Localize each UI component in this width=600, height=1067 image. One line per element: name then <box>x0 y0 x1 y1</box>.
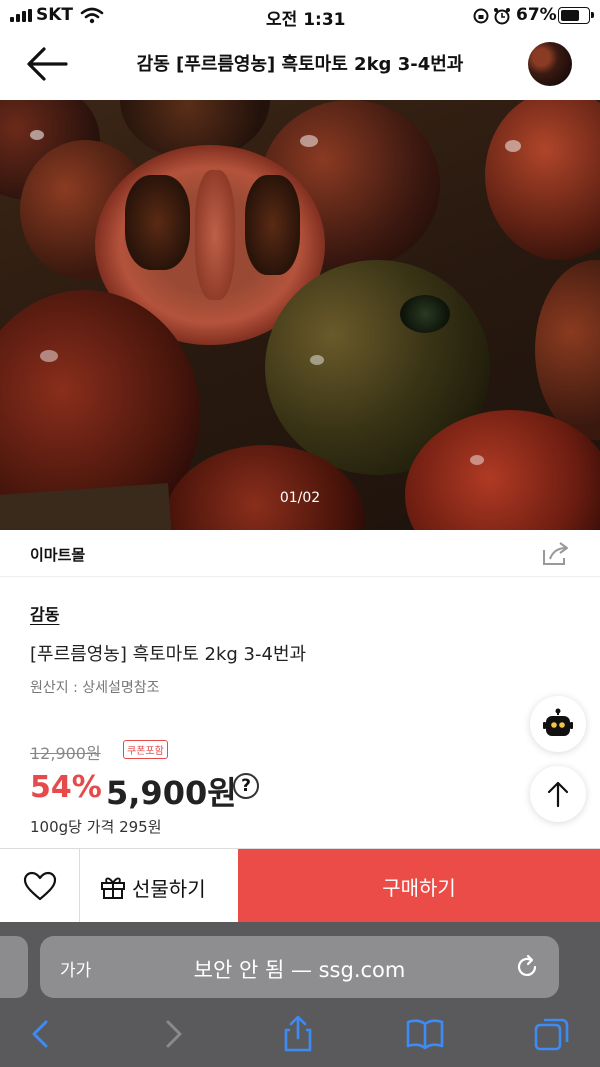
buy-button[interactable]: 구매하기 <box>238 849 600 923</box>
wishlist-button[interactable] <box>0 849 80 923</box>
store-name[interactable]: 이마트몰 <box>30 544 85 565</box>
share-upload-icon[interactable] <box>278 1014 318 1054</box>
original-price: 12,900원 <box>30 744 101 763</box>
page-title: 감동 [푸르름영농] 흑토마토 2kg 3-4번과 <box>136 54 464 75</box>
clock: 오전 1:31 <box>266 10 346 30</box>
url-text: 보안 안 됨 — ssg.com <box>193 958 406 982</box>
store-bar: 이마트몰 <box>0 530 600 577</box>
chatbot-icon <box>543 708 573 736</box>
previous-tab-preview[interactable] <box>0 936 28 998</box>
unit-price: 100g당 가격 295원 <box>30 818 162 836</box>
buy-label: 구매하기 <box>382 876 456 900</box>
arrow-up-icon <box>547 781 569 808</box>
gift-icon <box>101 877 125 899</box>
carrier-label: SKT <box>36 5 74 25</box>
price-help-icon[interactable]: ? <box>233 773 259 799</box>
app-header: 감동 [푸르름영농] 흑토마토 2kg 3-4번과 <box>0 30 600 100</box>
origin-text: 원산지 : 상세설명참조 <box>30 680 160 696</box>
product-image[interactable] <box>0 100 600 530</box>
address-bar[interactable]: 가가 보안 안 됨 — ssg.com <box>40 936 559 998</box>
product-name: [푸르름영농] 흑토마토 2kg 3-4번과 <box>30 644 307 665</box>
battery-percent: 67% <box>516 5 557 25</box>
purchase-bar: 선물하기 구매하기 <box>0 848 600 923</box>
reload-icon[interactable] <box>514 954 540 980</box>
rotation-lock-icon <box>473 8 489 24</box>
battery-icon <box>558 7 594 24</box>
back-arrow-icon[interactable] <box>22 44 70 84</box>
browser-chrome: 가가 보안 안 됨 — ssg.com <box>0 922 600 1067</box>
tabs-icon[interactable] <box>532 1014 572 1054</box>
chevron-left-icon[interactable] <box>22 1014 62 1054</box>
share-icon[interactable] <box>540 540 572 568</box>
status-bar: SKT 오전 1:31 67% <box>0 0 600 30</box>
heart-icon <box>23 871 57 901</box>
scroll-top-button[interactable] <box>530 766 586 822</box>
alarm-icon <box>494 8 510 25</box>
gift-button[interactable]: 선물하기 <box>80 849 237 923</box>
coupon-badge: 쿠폰포함 <box>123 740 168 759</box>
image-counter: 01/02 <box>279 490 321 506</box>
wifi-icon <box>80 7 104 24</box>
chatbot-button[interactable] <box>530 696 586 752</box>
brand-link[interactable]: 감동 <box>30 601 59 625</box>
product-thumbnail[interactable] <box>528 42 572 86</box>
chevron-right-icon[interactable] <box>152 1014 192 1054</box>
gift-label: 선물하기 <box>132 877 206 901</box>
bookmarks-icon[interactable] <box>405 1014 445 1054</box>
browser-toolbar <box>0 1004 600 1067</box>
sale-price: 5,900원 <box>106 774 237 812</box>
discount-rate: 54% <box>30 770 102 805</box>
